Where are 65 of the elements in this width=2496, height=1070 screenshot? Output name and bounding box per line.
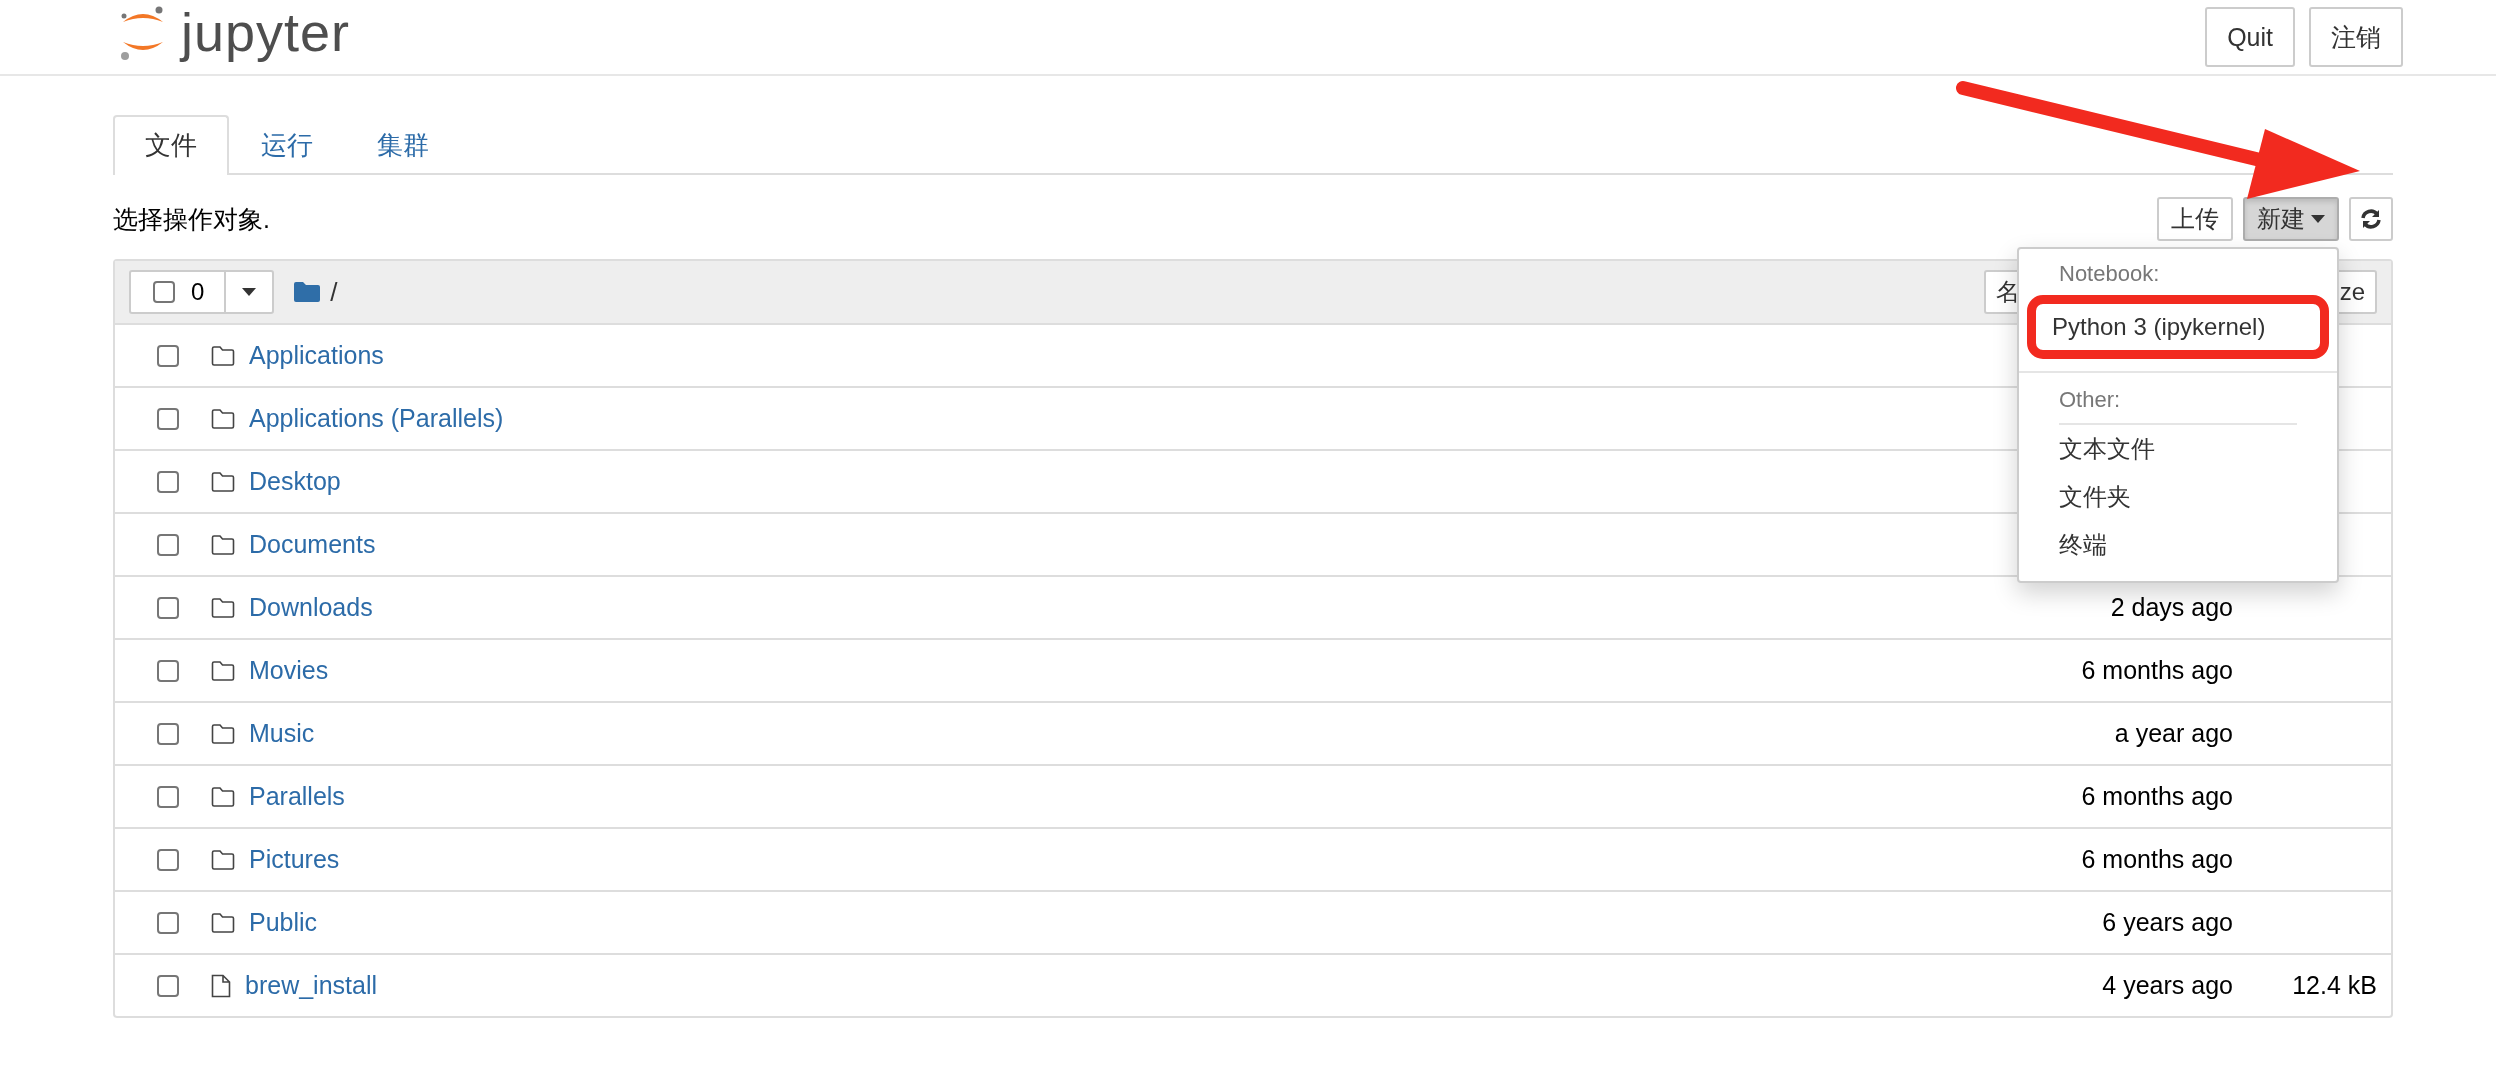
- logo-text: jupyter: [181, 1, 351, 63]
- row-checkbox[interactable]: [157, 533, 179, 556]
- select-all-dropdown[interactable]: 0: [129, 270, 275, 314]
- row-checkbox[interactable]: [157, 596, 179, 619]
- folder-icon: [211, 597, 235, 618]
- file-link[interactable]: Movies: [249, 656, 329, 685]
- tab[interactable]: 集群: [345, 115, 461, 173]
- file-size: 12.4 kB: [2292, 971, 2377, 999]
- file-link[interactable]: Public: [249, 908, 318, 937]
- header-button[interactable]: 注销: [2309, 7, 2403, 67]
- tab[interactable]: 文件: [113, 115, 229, 175]
- modified-time: 6 months ago: [2081, 656, 2233, 684]
- row-checkbox[interactable]: [157, 407, 179, 430]
- folder-icon: [211, 471, 235, 492]
- folder-icon: [211, 849, 235, 870]
- file-link[interactable]: Parallels: [249, 782, 345, 811]
- file-link[interactable]: Music: [249, 719, 315, 748]
- menu-item[interactable]: Python 3 (ipykernel): [2027, 295, 2329, 359]
- select-all-checkbox[interactable]: [153, 281, 175, 303]
- modified-time: 4 years ago: [2102, 971, 2233, 999]
- file-link[interactable]: Pictures: [249, 845, 340, 874]
- menu-item[interactable]: 终端: [2019, 521, 2337, 569]
- folder-icon: [211, 408, 235, 429]
- folder-icon: [294, 282, 321, 302]
- folder-icon: [211, 912, 235, 933]
- tab[interactable]: 运行: [229, 115, 345, 173]
- file-link[interactable]: Documents: [249, 530, 376, 559]
- row-checkbox[interactable]: [157, 344, 179, 367]
- folder-icon: [211, 786, 235, 807]
- file-link[interactable]: Desktop: [249, 467, 341, 496]
- breadcrumb-path[interactable]: /: [330, 276, 338, 308]
- menu-header: Notebook:: [2058, 260, 2161, 288]
- row-checkbox[interactable]: [157, 470, 179, 493]
- menu-item[interactable]: 文本文件: [2059, 423, 2297, 473]
- header-button[interactable]: Quit: [2205, 7, 2295, 67]
- file-link[interactable]: Applications: [249, 341, 384, 370]
- refresh-icon: [2360, 208, 2382, 230]
- file-link[interactable]: brew_install: [245, 971, 377, 1000]
- new-dropdown-button[interactable]: 新建: [2243, 197, 2339, 241]
- file-link[interactable]: Applications (Parallels): [249, 404, 504, 433]
- caret-icon: [2311, 215, 2325, 223]
- row-checkbox[interactable]: [157, 785, 179, 808]
- row-checkbox[interactable]: [157, 911, 179, 934]
- selected-count: 0: [191, 278, 205, 306]
- row-checkbox[interactable]: [157, 848, 179, 871]
- caret-icon: [242, 288, 257, 296]
- prompt-text: 选择操作对象.: [113, 203, 270, 235]
- menu-item[interactable]: 文件夹: [2019, 473, 2337, 521]
- modified-time: 6 months ago: [2081, 845, 2233, 873]
- modified-time: 2 days ago: [2110, 593, 2233, 621]
- row-checkbox[interactable]: [157, 722, 179, 745]
- upload-button[interactable]: 上传: [2157, 197, 2233, 241]
- folder-icon: [211, 345, 235, 366]
- folder-icon: [211, 660, 235, 681]
- refresh-button[interactable]: [2349, 197, 2393, 241]
- modified-time: 6 years ago: [2102, 908, 2233, 936]
- folder-icon: [211, 534, 235, 555]
- menu-header: Other:: [2058, 386, 2122, 414]
- modified-time: 6 months ago: [2081, 782, 2233, 810]
- file-icon: [211, 973, 231, 998]
- modified-time: a year ago: [2114, 719, 2233, 747]
- folder-icon: [211, 723, 235, 744]
- row-checkbox[interactable]: [157, 659, 179, 682]
- file-link[interactable]: Downloads: [249, 593, 373, 622]
- row-checkbox[interactable]: [157, 974, 179, 997]
